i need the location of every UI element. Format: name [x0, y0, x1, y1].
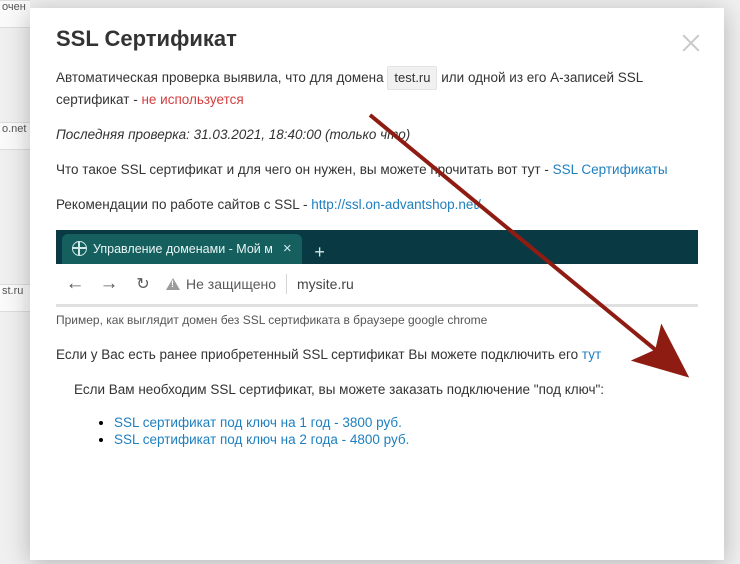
- existing-text: Если у Вас есть ранее приобретенный SSL …: [56, 347, 578, 362]
- last-check: Последняя проверка: 31.03.2021, 18:40:00…: [56, 125, 698, 146]
- intro-before: Автоматическая проверка выявила, что для…: [56, 70, 384, 85]
- browser-tab-title: Управление доменами - Мой м: [93, 242, 273, 256]
- not-secure-label: Не защищено: [186, 276, 276, 292]
- ssl-certs-link[interactable]: SSL Сертификаты: [553, 162, 668, 177]
- ssl-status: не используется: [141, 92, 243, 107]
- offer-list: SSL сертификат под ключ на 1 год - 3800 …: [74, 415, 698, 447]
- domain-badge: test.ru: [387, 66, 437, 90]
- new-tab-icon: +: [308, 242, 332, 264]
- browser-mockup: Управление доменами - Мой м × + ← → ↻ Не…: [56, 230, 698, 307]
- warning-icon: [166, 278, 180, 290]
- existing-cert-paragraph: Если у Вас есть ранее приобретенный SSL …: [56, 345, 698, 366]
- about-paragraph: Что такое SSL сертификат и для чего он н…: [56, 160, 698, 181]
- connect-here-link[interactable]: тут: [582, 347, 601, 362]
- back-icon: ←: [58, 273, 92, 295]
- not-secure-indicator: Не защищено: [166, 276, 276, 292]
- bg-row: st.ru: [0, 284, 30, 312]
- browser-tab: Управление доменами - Мой м ×: [62, 234, 302, 264]
- browser-url: mysite.ru: [297, 276, 354, 292]
- address-separator: [286, 274, 287, 294]
- order-intro: Если Вам необходим SSL сертификат, вы мо…: [74, 380, 698, 401]
- bg-row: o.net: [0, 122, 30, 150]
- bg-row: очен: [0, 0, 30, 28]
- browser-tabbar: Управление доменами - Мой м × +: [56, 230, 698, 264]
- browser-caption: Пример, как выглядит домен без SSL серти…: [56, 313, 698, 327]
- ssl-modal: SSL Сертификат Автоматическая проверка в…: [30, 8, 724, 560]
- reco-paragraph: Рекомендации по работе сайтов с SSL - ht…: [56, 195, 698, 216]
- browser-addressbar: ← → ↻ Не защищено mysite.ru: [56, 264, 698, 307]
- tab-close-icon: ×: [283, 241, 292, 256]
- offer-1yr-link[interactable]: SSL сертификат под ключ на 1 год - 3800 …: [114, 415, 402, 430]
- forward-icon: →: [92, 273, 126, 295]
- close-icon[interactable]: [680, 32, 702, 54]
- about-text: Что такое SSL сертификат и для чего он н…: [56, 162, 549, 177]
- reco-text: Рекомендации по работе сайтов с SSL -: [56, 197, 308, 212]
- intro-paragraph: Автоматическая проверка выявила, что для…: [56, 66, 698, 111]
- modal-title: SSL Сертификат: [56, 26, 698, 52]
- globe-icon: [72, 241, 87, 256]
- offer-2yr-link[interactable]: SSL сертификат под ключ на 2 года - 4800…: [114, 432, 409, 447]
- ssl-reco-link[interactable]: http://ssl.on-advantshop.net/: [311, 197, 481, 212]
- reload-icon: ↻: [126, 274, 160, 294]
